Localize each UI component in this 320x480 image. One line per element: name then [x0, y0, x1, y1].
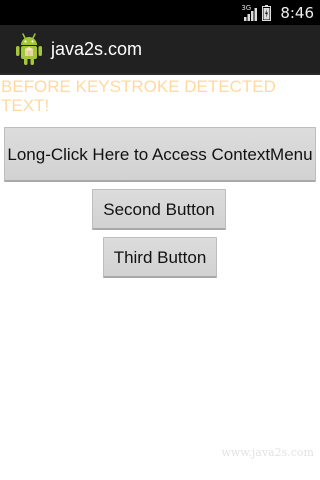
third-button[interactable]: Third Button [103, 237, 217, 278]
signal-icon [244, 7, 258, 21]
status-icons: 3G 8:46 [241, 0, 314, 25]
watermark-text: www.java2s.com [221, 446, 314, 459]
keystroke-status-text: BEFORE KEYSTROKE DETECTED TEXT! [1, 77, 276, 115]
android-app-icon [16, 33, 42, 65]
app-title: java2s.com [51, 39, 143, 59]
app-screen: 3G 8:46 java2s.com BEFORE KEYSTROKE DETE… [0, 0, 320, 480]
battery-icon [262, 4, 272, 21]
second-button[interactable]: Second Button [92, 189, 226, 230]
status-clock: 8:46 [280, 3, 314, 22]
status-bar: 3G 8:46 [0, 0, 320, 25]
signal-indicator: 3G [241, 4, 258, 22]
context-menu-button[interactable]: Long-Click Here to Access ContextMenu [4, 127, 316, 182]
action-bar: java2s.com [0, 25, 320, 75]
